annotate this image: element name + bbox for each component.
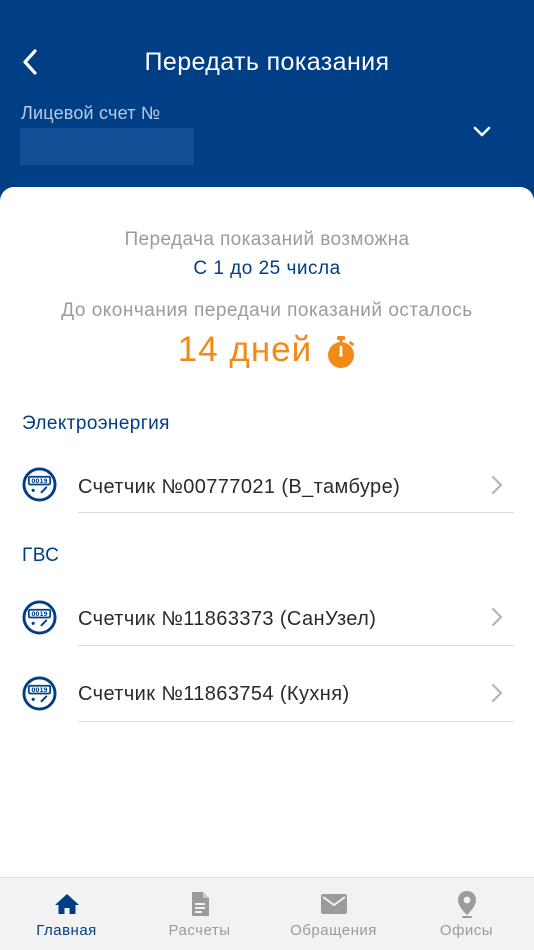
app-header: Передать показания Лицевой счет № (0, 0, 534, 200)
row-divider (78, 512, 514, 513)
content-card (0, 187, 534, 877)
meter-display-text: 0019 (31, 612, 47, 618)
countdown: 14 дней (0, 330, 534, 370)
chevron-right-icon (491, 475, 503, 495)
row-divider (78, 645, 514, 646)
account-dropdown-button[interactable] (468, 118, 496, 146)
tab-offices[interactable]: Офисы (400, 878, 533, 950)
tab-home[interactable]: Главная (0, 878, 133, 950)
section-title-hot-water: ГВС (22, 545, 60, 566)
meter-row[interactable]: 0019 Счетчик №11863754 (Кухня) (0, 661, 534, 727)
meter-icon: 0019 (22, 600, 57, 635)
account-label: Лицевой счет № (21, 103, 161, 123)
bottom-tab-bar: Главная Расчеты Обращения Офисы (0, 877, 534, 950)
meter-display-text: 0019 (31, 479, 47, 485)
location-pin-icon (453, 890, 481, 918)
tab-label: Главная (36, 922, 97, 939)
meter-label: Счетчик №00777021 (В_тамбуре) (78, 476, 401, 498)
tab-requests[interactable]: Обращения (267, 878, 400, 950)
stopwatch-icon (326, 335, 356, 369)
meter-row[interactable]: 0019 Счетчик №11863373 (СанУзел) (0, 585, 534, 651)
chevron-right-icon (491, 683, 503, 703)
mail-icon (320, 890, 348, 918)
meter-icon: 0019 (22, 467, 57, 502)
meter-icon: 0019 (22, 676, 57, 711)
tab-payments[interactable]: Расчеты (133, 878, 266, 950)
remaining-info-text: До окончания передачи показаний осталось (61, 300, 473, 321)
remaining-days: 14 дней (177, 330, 313, 369)
meter-display-text: 0019 (31, 688, 47, 694)
chevron-down-icon (473, 126, 491, 137)
tab-label: Расчеты (168, 922, 231, 939)
page-title: Передать показания (144, 48, 390, 76)
home-icon (53, 890, 81, 918)
row-divider (78, 721, 514, 722)
meter-label: Счетчик №11863373 (СанУзел) (78, 608, 377, 630)
meter-label: Счетчик №11863754 (Кухня) (78, 683, 350, 705)
period-info-text: Передача показаний возможна (124, 229, 410, 250)
period-range-text: С 1 до 25 числа (193, 258, 341, 279)
meter-row[interactable]: 0019 Счетчик №00777021 (В_тамбуре) (0, 452, 534, 518)
section-title-electricity: Электроэнергия (22, 413, 170, 434)
tab-label: Офисы (439, 922, 494, 939)
document-icon (186, 890, 214, 918)
tab-label: Обращения (290, 922, 377, 939)
account-number-field[interactable] (20, 128, 194, 165)
chevron-right-icon (491, 607, 503, 627)
